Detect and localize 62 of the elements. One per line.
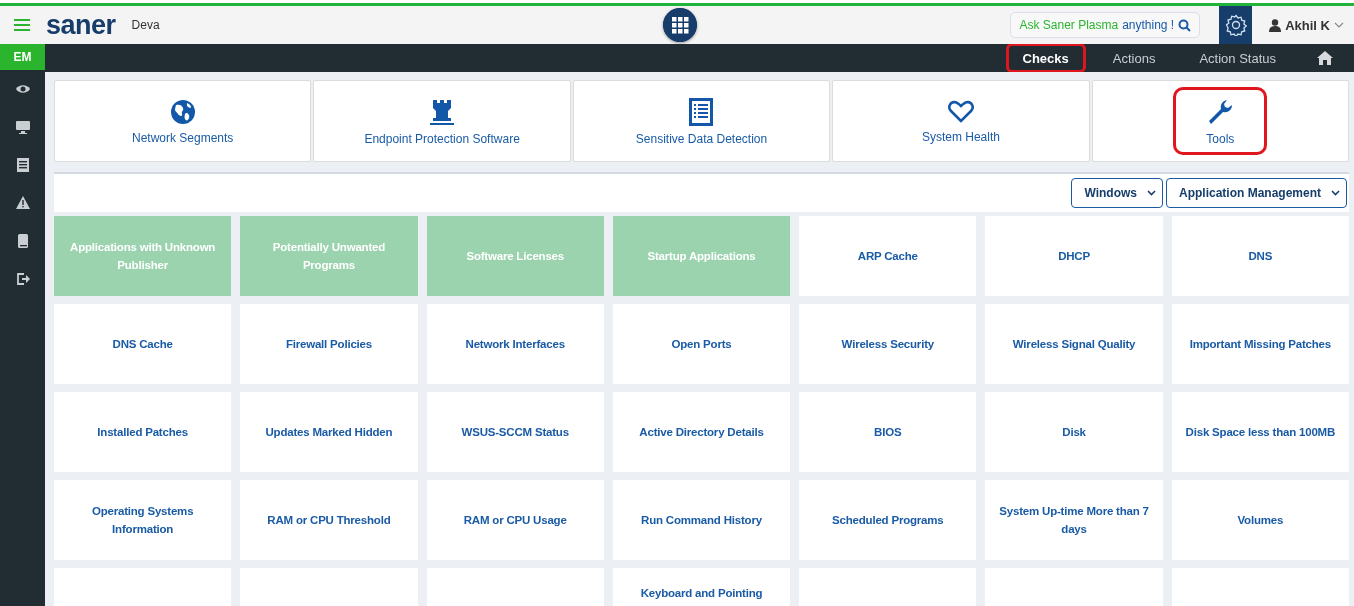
filter-dropdown[interactable]: Windows	[1071, 178, 1163, 208]
monitor-icon[interactable]	[15, 120, 30, 134]
category-link[interactable]: Endpoint Protection Software	[331, 87, 553, 155]
check-tile[interactable]: Disk Space less than 100MB	[1171, 392, 1349, 472]
apps-grid-icon[interactable]	[663, 8, 697, 42]
check-tile[interactable]: DHCP	[985, 216, 1163, 296]
caret-icon	[1331, 190, 1340, 196]
check-tile[interactable]: BIOS	[799, 392, 977, 472]
heart-icon	[947, 100, 974, 124]
ask-assistant-button[interactable]: Ask Saner Plasma anything !	[1010, 12, 1201, 38]
workspace-name: Deva	[131, 18, 160, 32]
check-tile[interactable]: RAM or CPU Threshold	[240, 480, 418, 560]
wrench-icon	[1206, 98, 1235, 126]
book-icon[interactable]	[15, 234, 30, 248]
sign-out-icon[interactable]	[15, 272, 30, 286]
nav-tab[interactable]: Action Status	[1182, 43, 1293, 73]
filter-dropdown[interactable]: Application Management	[1166, 178, 1347, 208]
category-link[interactable]: Sensitive Data Detection	[602, 87, 801, 155]
home-icon[interactable]	[1316, 50, 1334, 66]
warning-icon[interactable]	[15, 196, 30, 210]
category-link[interactable]: System Health	[888, 89, 1033, 153]
category-card[interactable]: System Health	[832, 80, 1090, 162]
user-icon	[1269, 18, 1282, 32]
check-tile[interactable]: Wireless Signal Quality	[985, 304, 1163, 384]
check-tile[interactable]: Network Interfaces	[426, 304, 604, 384]
check-tile[interactable]: System Up-time More than 7 days	[985, 480, 1163, 560]
check-tile[interactable]: Run Command History	[612, 480, 791, 560]
chess-rook-icon	[429, 98, 456, 126]
caret-icon	[1147, 190, 1156, 196]
check-tile[interactable]: WSUS-SCCM Status	[426, 392, 604, 472]
list-icon[interactable]	[15, 158, 30, 172]
brand-logo: saner	[46, 10, 116, 40]
user-name[interactable]: Akhil K	[1285, 17, 1330, 33]
check-tile[interactable]: DNS Cache	[54, 304, 232, 384]
list-document-icon	[689, 98, 714, 126]
check-tile[interactable]: Operating Systems Information	[54, 480, 232, 560]
check-tile[interactable]: Updates Marked Hidden	[240, 392, 418, 472]
category-card[interactable]: Sensitive Data Detection	[572, 80, 831, 162]
check-tile[interactable]: Keyboard and Pointing	[612, 568, 791, 606]
check-tile[interactable]: Scheduled Programs	[799, 480, 977, 560]
check-tile[interactable]: DNS	[1171, 216, 1349, 296]
check-tile[interactable]: ARP Cache	[799, 216, 977, 296]
nav-tab[interactable]: Actions	[1095, 43, 1173, 73]
check-tile[interactable]: Firewall Policies	[240, 304, 418, 384]
category-card[interactable]: Tools	[1091, 80, 1349, 162]
check-tile[interactable]: Open Ports	[612, 304, 791, 384]
check-tile[interactable]: Wireless Security	[799, 304, 977, 384]
category-link[interactable]: Tools	[1173, 87, 1268, 155]
check-tile[interactable]: Important Missing Patches	[1171, 304, 1349, 384]
check-tile[interactable]: Installed Patches	[54, 392, 232, 472]
check-tile[interactable]: RAM or CPU Usage	[426, 480, 604, 560]
settings-icon[interactable]	[1224, 14, 1247, 36]
search-icon	[1178, 18, 1192, 32]
caret-icon[interactable]	[1334, 22, 1344, 28]
check-tile[interactable]: Disk	[985, 392, 1163, 472]
check-tile[interactable]: Volumes	[1171, 480, 1349, 560]
eye-icon[interactable]	[15, 82, 30, 96]
category-link[interactable]: Network Segments	[99, 88, 267, 154]
globe-icon	[169, 99, 196, 125]
check-tile[interactable]: Active Directory Details	[612, 392, 791, 472]
category-card[interactable]: Network Segments	[54, 80, 312, 162]
category-card[interactable]: Endpoint Protection Software	[313, 80, 571, 162]
